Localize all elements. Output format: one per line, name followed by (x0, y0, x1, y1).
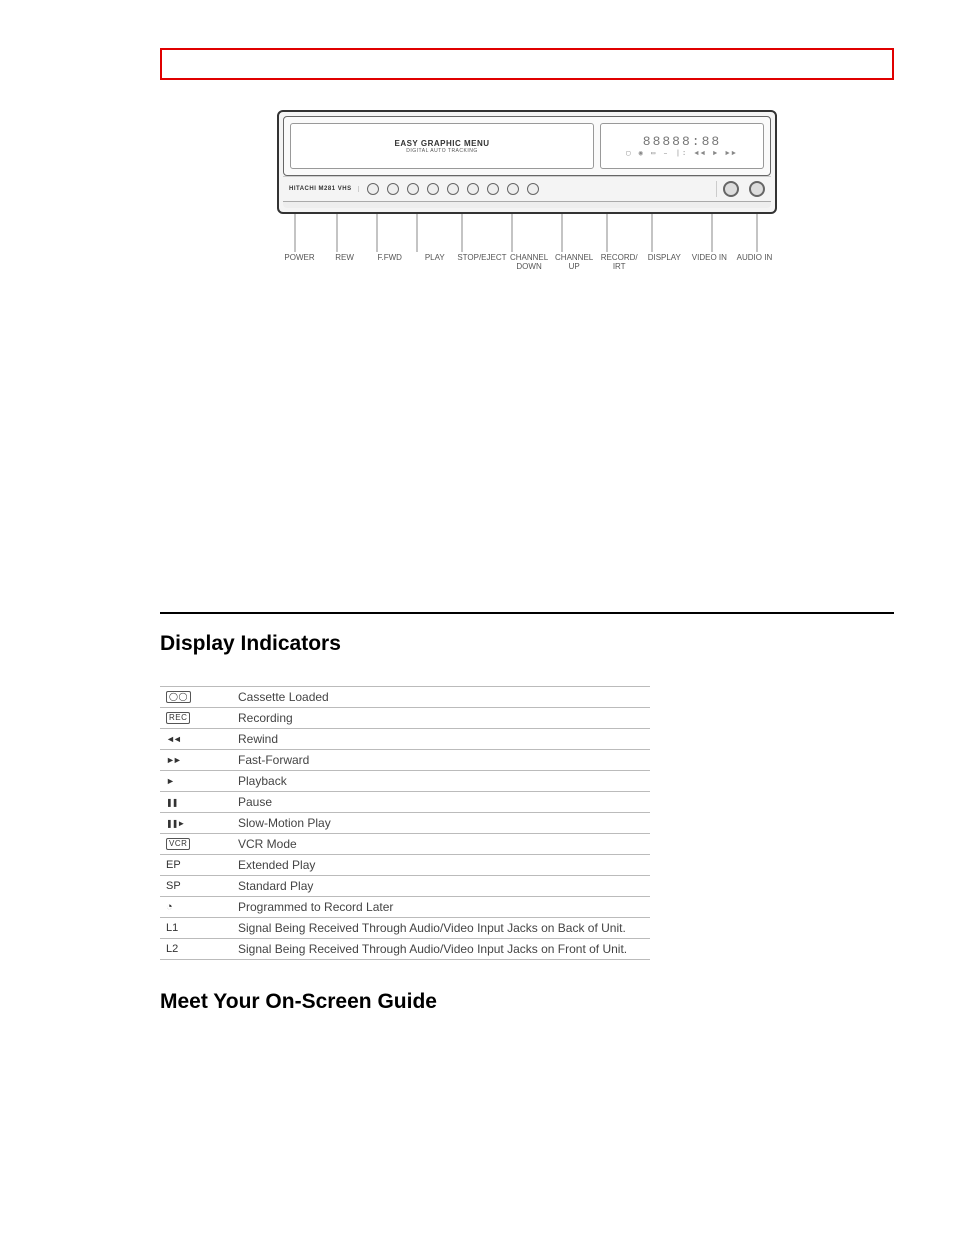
clock-readout: 88888:88 (643, 134, 721, 149)
table-row: EPExtended Play (160, 854, 650, 875)
vcr-diagram: EASY GRAPHIC MENU DIGITAL AUTO TRACKING … (277, 110, 777, 272)
ffwd-button[interactable] (407, 183, 419, 195)
table-row: Slow-Motion Play (160, 812, 650, 833)
label-power: POWER (277, 254, 322, 272)
label-record-irt: RECORD/ IRT (597, 254, 642, 272)
indicator-symbol: EP (160, 854, 232, 875)
indicator-description: Recording (232, 707, 650, 728)
indicator-symbol (160, 791, 232, 812)
power-button[interactable] (367, 183, 379, 195)
label-display: DISPLAY (642, 254, 687, 272)
indicator-symbol (160, 749, 232, 770)
record-irt-button[interactable] (507, 183, 519, 195)
indicator-description: Standard Play (232, 875, 650, 896)
table-row: RECRecording (160, 707, 650, 728)
table-row: Programmed to Record Later (160, 896, 650, 917)
table-row: Rewind (160, 728, 650, 749)
play-button[interactable] (427, 183, 439, 195)
indicator-description: Fast-Forward (232, 749, 650, 770)
heading-display-indicators: Display Indicators (160, 632, 894, 656)
indicator-description: Slow-Motion Play (232, 812, 650, 833)
indicator-description: Extended Play (232, 854, 650, 875)
label-audio-in: AUDIO IN (732, 254, 777, 272)
display-icons: ▢ ◉ ▭ – |: ◄◄ ► ►► (626, 149, 738, 158)
indicator-symbol: L2 (160, 938, 232, 959)
indicator-description: Cassette Loaded (232, 686, 650, 707)
table-row: ◯◯Cassette Loaded (160, 686, 650, 707)
label-channel-up: CHANNEL UP (552, 254, 597, 272)
label-play: PLAY (412, 254, 457, 272)
table-row: Playback (160, 770, 650, 791)
display-button[interactable] (527, 183, 539, 195)
label-rew: REW (322, 254, 367, 272)
table-row: Pause (160, 791, 650, 812)
leader-lines (277, 214, 777, 254)
indicator-description: Signal Being Received Through Audio/Vide… (232, 917, 650, 938)
indicator-symbol: VCR (160, 833, 232, 854)
cassette-slot: EASY GRAPHIC MENU DIGITAL AUTO TRACKING (290, 123, 594, 169)
indicator-description: Signal Being Received Through Audio/Vide… (232, 938, 650, 959)
indicator-table: ◯◯Cassette LoadedRECRecordingRewindFast-… (160, 686, 650, 960)
indicator-description: Playback (232, 770, 650, 791)
indicator-description: Programmed to Record Later (232, 896, 650, 917)
table-row: L1Signal Being Received Through Audio/Vi… (160, 917, 650, 938)
audio-in-jack[interactable] (749, 181, 765, 197)
table-row: VCRVCR Mode (160, 833, 650, 854)
indicator-description: Rewind (232, 728, 650, 749)
section-divider (160, 612, 894, 614)
title-bar (160, 48, 894, 80)
brand-label: HITACHI M281 VHS (289, 186, 359, 192)
indicator-symbol: ◯◯ (160, 686, 232, 707)
video-in-jack[interactable] (723, 181, 739, 197)
label-stop-eject: STOP/EJECT (457, 254, 506, 272)
indicator-description: Pause (232, 791, 650, 812)
indicator-description: VCR Mode (232, 833, 650, 854)
indicator-symbol (160, 896, 232, 917)
rew-button[interactable] (387, 183, 399, 195)
front-jacks (716, 181, 765, 197)
table-row: L2Signal Being Received Through Audio/Vi… (160, 938, 650, 959)
indicator-symbol (160, 728, 232, 749)
table-row: SPStandard Play (160, 875, 650, 896)
menu-title: EASY GRAPHIC MENU (394, 139, 489, 148)
front-buttons (367, 183, 539, 195)
heading-onscreen-guide: Meet Your On-Screen Guide (160, 990, 894, 1014)
channel-up-button[interactable] (487, 183, 499, 195)
label-video-in: VIDEO IN (687, 254, 732, 272)
indicator-symbol (160, 770, 232, 791)
indicator-symbol (160, 812, 232, 833)
label-ffwd: F.FWD (367, 254, 412, 272)
control-strip: HITACHI M281 VHS (283, 176, 771, 199)
indicator-symbol: L1 (160, 917, 232, 938)
table-row: Fast-Forward (160, 749, 650, 770)
diagram-labels: POWER REW F.FWD PLAY STOP/EJECT CHANNEL … (277, 254, 777, 272)
channel-down-button[interactable] (467, 183, 479, 195)
indicator-symbol: REC (160, 707, 232, 728)
menu-subtitle: DIGITAL AUTO TRACKING (406, 148, 477, 154)
stop-eject-button[interactable] (447, 183, 459, 195)
display-panel: 88888:88 ▢ ◉ ▭ – |: ◄◄ ► ►► (600, 123, 764, 169)
label-channel-down: CHANNEL DOWN (507, 254, 552, 272)
indicator-symbol: SP (160, 875, 232, 896)
vcr-body: EASY GRAPHIC MENU DIGITAL AUTO TRACKING … (277, 110, 777, 214)
